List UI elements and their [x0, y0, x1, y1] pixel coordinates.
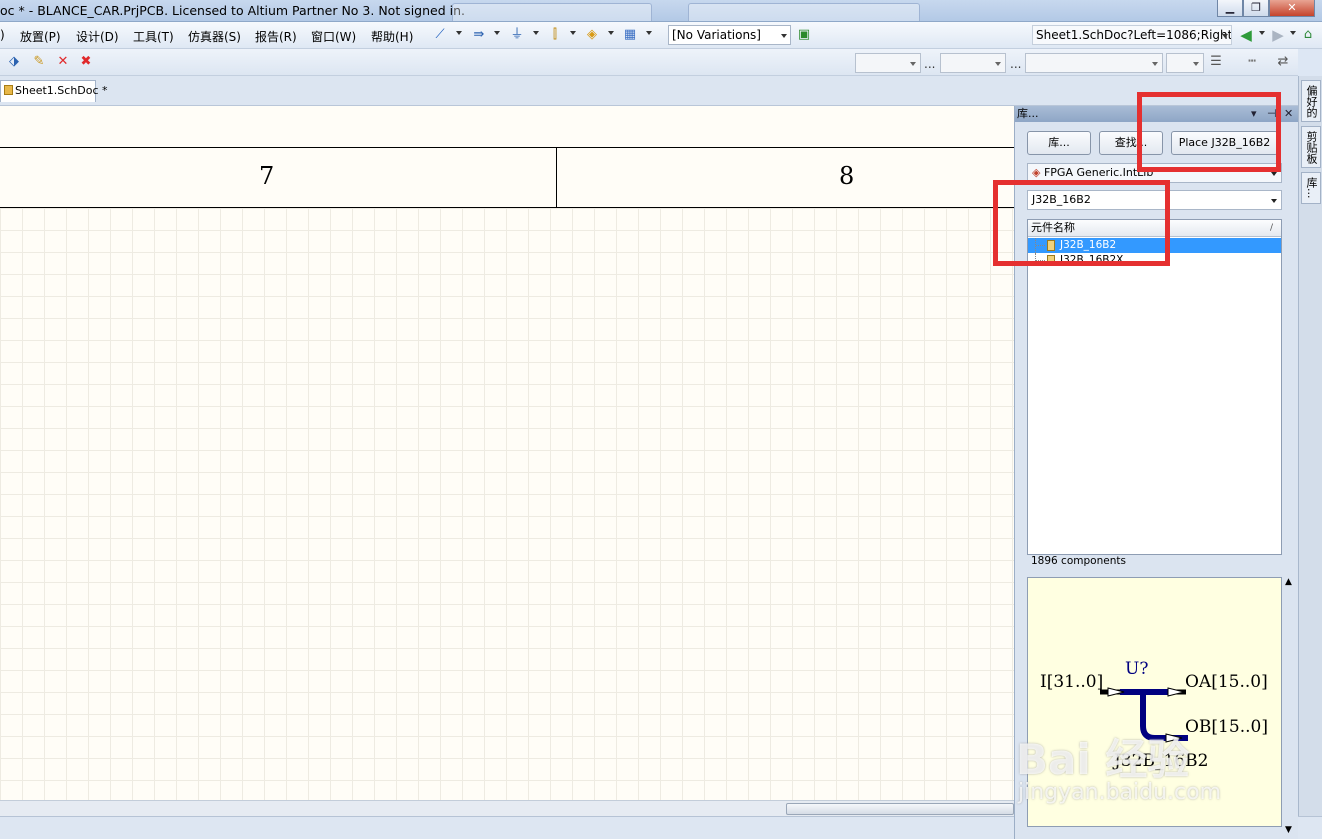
designator-text: U? — [1125, 659, 1148, 679]
power-port-icon[interactable]: ⫿ — [547, 27, 563, 43]
menu-item-window[interactable]: 窗口(W) — [311, 28, 356, 45]
line-width-icon[interactable]: ┅ — [1244, 54, 1260, 70]
pin-label-input: I[31..0] — [1040, 672, 1103, 692]
separator-dots: ... — [924, 57, 936, 71]
dock-tab-libraries[interactable]: 库... — [1301, 172, 1321, 204]
output-arrow-icon — [1167, 687, 1185, 697]
libraries-button[interactable]: 库... — [1027, 131, 1091, 155]
scrollbar-thumb[interactable] — [786, 803, 1014, 815]
close-button[interactable]: ✕ — [1269, 0, 1315, 17]
sort-indicator-icon: / — [1269, 223, 1273, 233]
schematic-document-icon — [4, 85, 13, 95]
chevron-down-icon[interactable] — [608, 31, 614, 35]
zone-label: 8 — [839, 162, 855, 190]
chevron-down-icon — [910, 62, 916, 66]
secondary-toolbar: ⬗ ✎ ✕ ✖ ... ... ☰ ┅ ⇄ — [0, 49, 1298, 76]
menu-item-design[interactable]: 设计(D) — [76, 28, 119, 45]
chevron-down-icon — [1152, 62, 1158, 66]
chevron-down-icon[interactable] — [456, 31, 462, 35]
close-icon[interactable]: ✕ — [1284, 106, 1293, 122]
library-tag-icon[interactable]: ✎ — [31, 54, 47, 70]
location-field[interactable]: Sheet1.SchDoc?Left=1086;Right — [1032, 25, 1232, 45]
variant-manager-icon[interactable]: ▣ — [796, 27, 812, 43]
wire-tool-icon[interactable]: ⟋ — [432, 27, 448, 43]
chevron-down-icon — [1271, 199, 1277, 203]
chevron-down-icon[interactable]: ▼ — [1285, 825, 1292, 835]
window-title: oc * - BLANCE_CAR.PrjPCB. Licensed to Al… — [0, 3, 465, 18]
menu-item-simulator[interactable]: 仿真器(S) — [188, 28, 241, 45]
sheet-border-zone — [0, 147, 1014, 208]
filter-combo-2[interactable] — [940, 53, 1006, 73]
background-tab — [452, 3, 652, 21]
back-icon[interactable]: ◀ — [1238, 27, 1254, 43]
horizontal-scrollbar[interactable] — [0, 800, 1014, 816]
menu-item-view[interactable]: ) — [0, 28, 5, 42]
zone-label: 7 — [259, 162, 275, 190]
minimize-button[interactable]: ▁ — [1217, 0, 1243, 17]
pin-label-output-a: OA[15..0] — [1185, 672, 1268, 692]
preview-scrollbar[interactable]: ▲ ▼ — [1283, 577, 1297, 835]
watermark-logo: Bai 经验 — [1016, 735, 1190, 784]
forward-icon[interactable]: ▶ — [1270, 27, 1286, 43]
chevron-down-icon[interactable] — [646, 31, 652, 35]
restore-button[interactable]: ❐ — [1243, 0, 1269, 17]
side-dock: 偏好的 剪贴板 库... — [1298, 76, 1322, 816]
pin-label-output-b: OB[15..0] — [1185, 717, 1268, 737]
chevron-down-icon[interactable] — [570, 31, 576, 35]
watermark-url: jingyan.baidu.com — [1018, 780, 1222, 805]
chevron-down-icon — [1193, 62, 1199, 66]
highlight-box-component — [993, 180, 1170, 266]
variations-value: [No Variations] — [672, 28, 761, 42]
menu-item-place[interactable]: 放置(P) — [20, 28, 61, 45]
schematic-canvas[interactable]: 7 8 — [0, 106, 1014, 800]
menu-bar: ) 放置(P) 设计(D) 工具(T) 仿真器(S) 报告(R) 窗口(W) 帮… — [0, 22, 1322, 49]
chevron-down-icon — [781, 34, 787, 38]
grid-icon[interactable]: ▦ — [622, 27, 638, 43]
chevron-up-icon[interactable]: ▲ — [1285, 577, 1292, 587]
tab-sheet1[interactable]: Sheet1.SchDoc * — [0, 80, 108, 102]
component-count: 1896 components — [1031, 555, 1126, 567]
zone-divider — [556, 147, 557, 208]
menu-item-help[interactable]: 帮助(H) — [371, 28, 413, 45]
swap-icon[interactable]: ⇄ — [1275, 54, 1291, 70]
tab-label: Sheet1.SchDoc * — [15, 84, 108, 97]
filter-combo-3[interactable] — [1025, 53, 1163, 73]
panel-title: 库... — [1017, 107, 1039, 120]
filter-combo-4[interactable] — [1166, 53, 1204, 73]
chevron-down-icon[interactable] — [1290, 31, 1296, 35]
home-icon[interactable]: ⌂ — [1300, 27, 1316, 43]
sheet-grid — [0, 208, 1014, 800]
chevron-down-icon[interactable] — [494, 31, 500, 35]
dock-tab-favorites[interactable]: 偏好的 — [1301, 80, 1321, 122]
align-tool-icon[interactable]: ⇛ — [471, 27, 487, 43]
variations-select[interactable]: [No Variations] — [668, 25, 791, 45]
chevron-down-icon — [1222, 34, 1228, 38]
library-icon: ◈ — [1032, 166, 1041, 179]
clear-icon[interactable]: ✕ — [55, 54, 71, 70]
chevron-down-icon — [1271, 172, 1277, 176]
background-tab — [688, 3, 920, 21]
menu-item-tools[interactable]: 工具(T) — [133, 28, 174, 45]
title-bar: oc * - BLANCE_CAR.PrjPCB. Licensed to Al… — [0, 0, 1322, 22]
menu-item-reports[interactable]: 报告(R) — [255, 28, 297, 45]
clear-all-icon[interactable]: ✖ — [78, 54, 94, 70]
filter-combo-1[interactable] — [855, 53, 921, 73]
highlight-box-place-button — [1137, 92, 1281, 172]
location-value: Sheet1.SchDoc?Left=1086;Right — [1036, 28, 1232, 42]
line-style-icon[interactable]: ☰ — [1208, 54, 1224, 70]
chevron-down-icon[interactable] — [533, 31, 539, 35]
ground-icon[interactable]: ⏚ — [509, 27, 525, 43]
browse-icon[interactable]: ⬗ — [6, 54, 22, 70]
chevron-down-icon — [995, 62, 1001, 66]
component-list[interactable]: 元件名称 / J32B_16B2 J32B_16B2X — [1027, 219, 1282, 555]
dock-tab-clipboard[interactable]: 剪贴板 — [1301, 126, 1321, 168]
separator-dots: ... — [1010, 57, 1022, 71]
document-tab-strip: Sheet1.SchDoc * — [0, 76, 1298, 106]
chevron-down-icon[interactable] — [1259, 31, 1265, 35]
port-icon[interactable]: ◈ — [584, 27, 600, 43]
